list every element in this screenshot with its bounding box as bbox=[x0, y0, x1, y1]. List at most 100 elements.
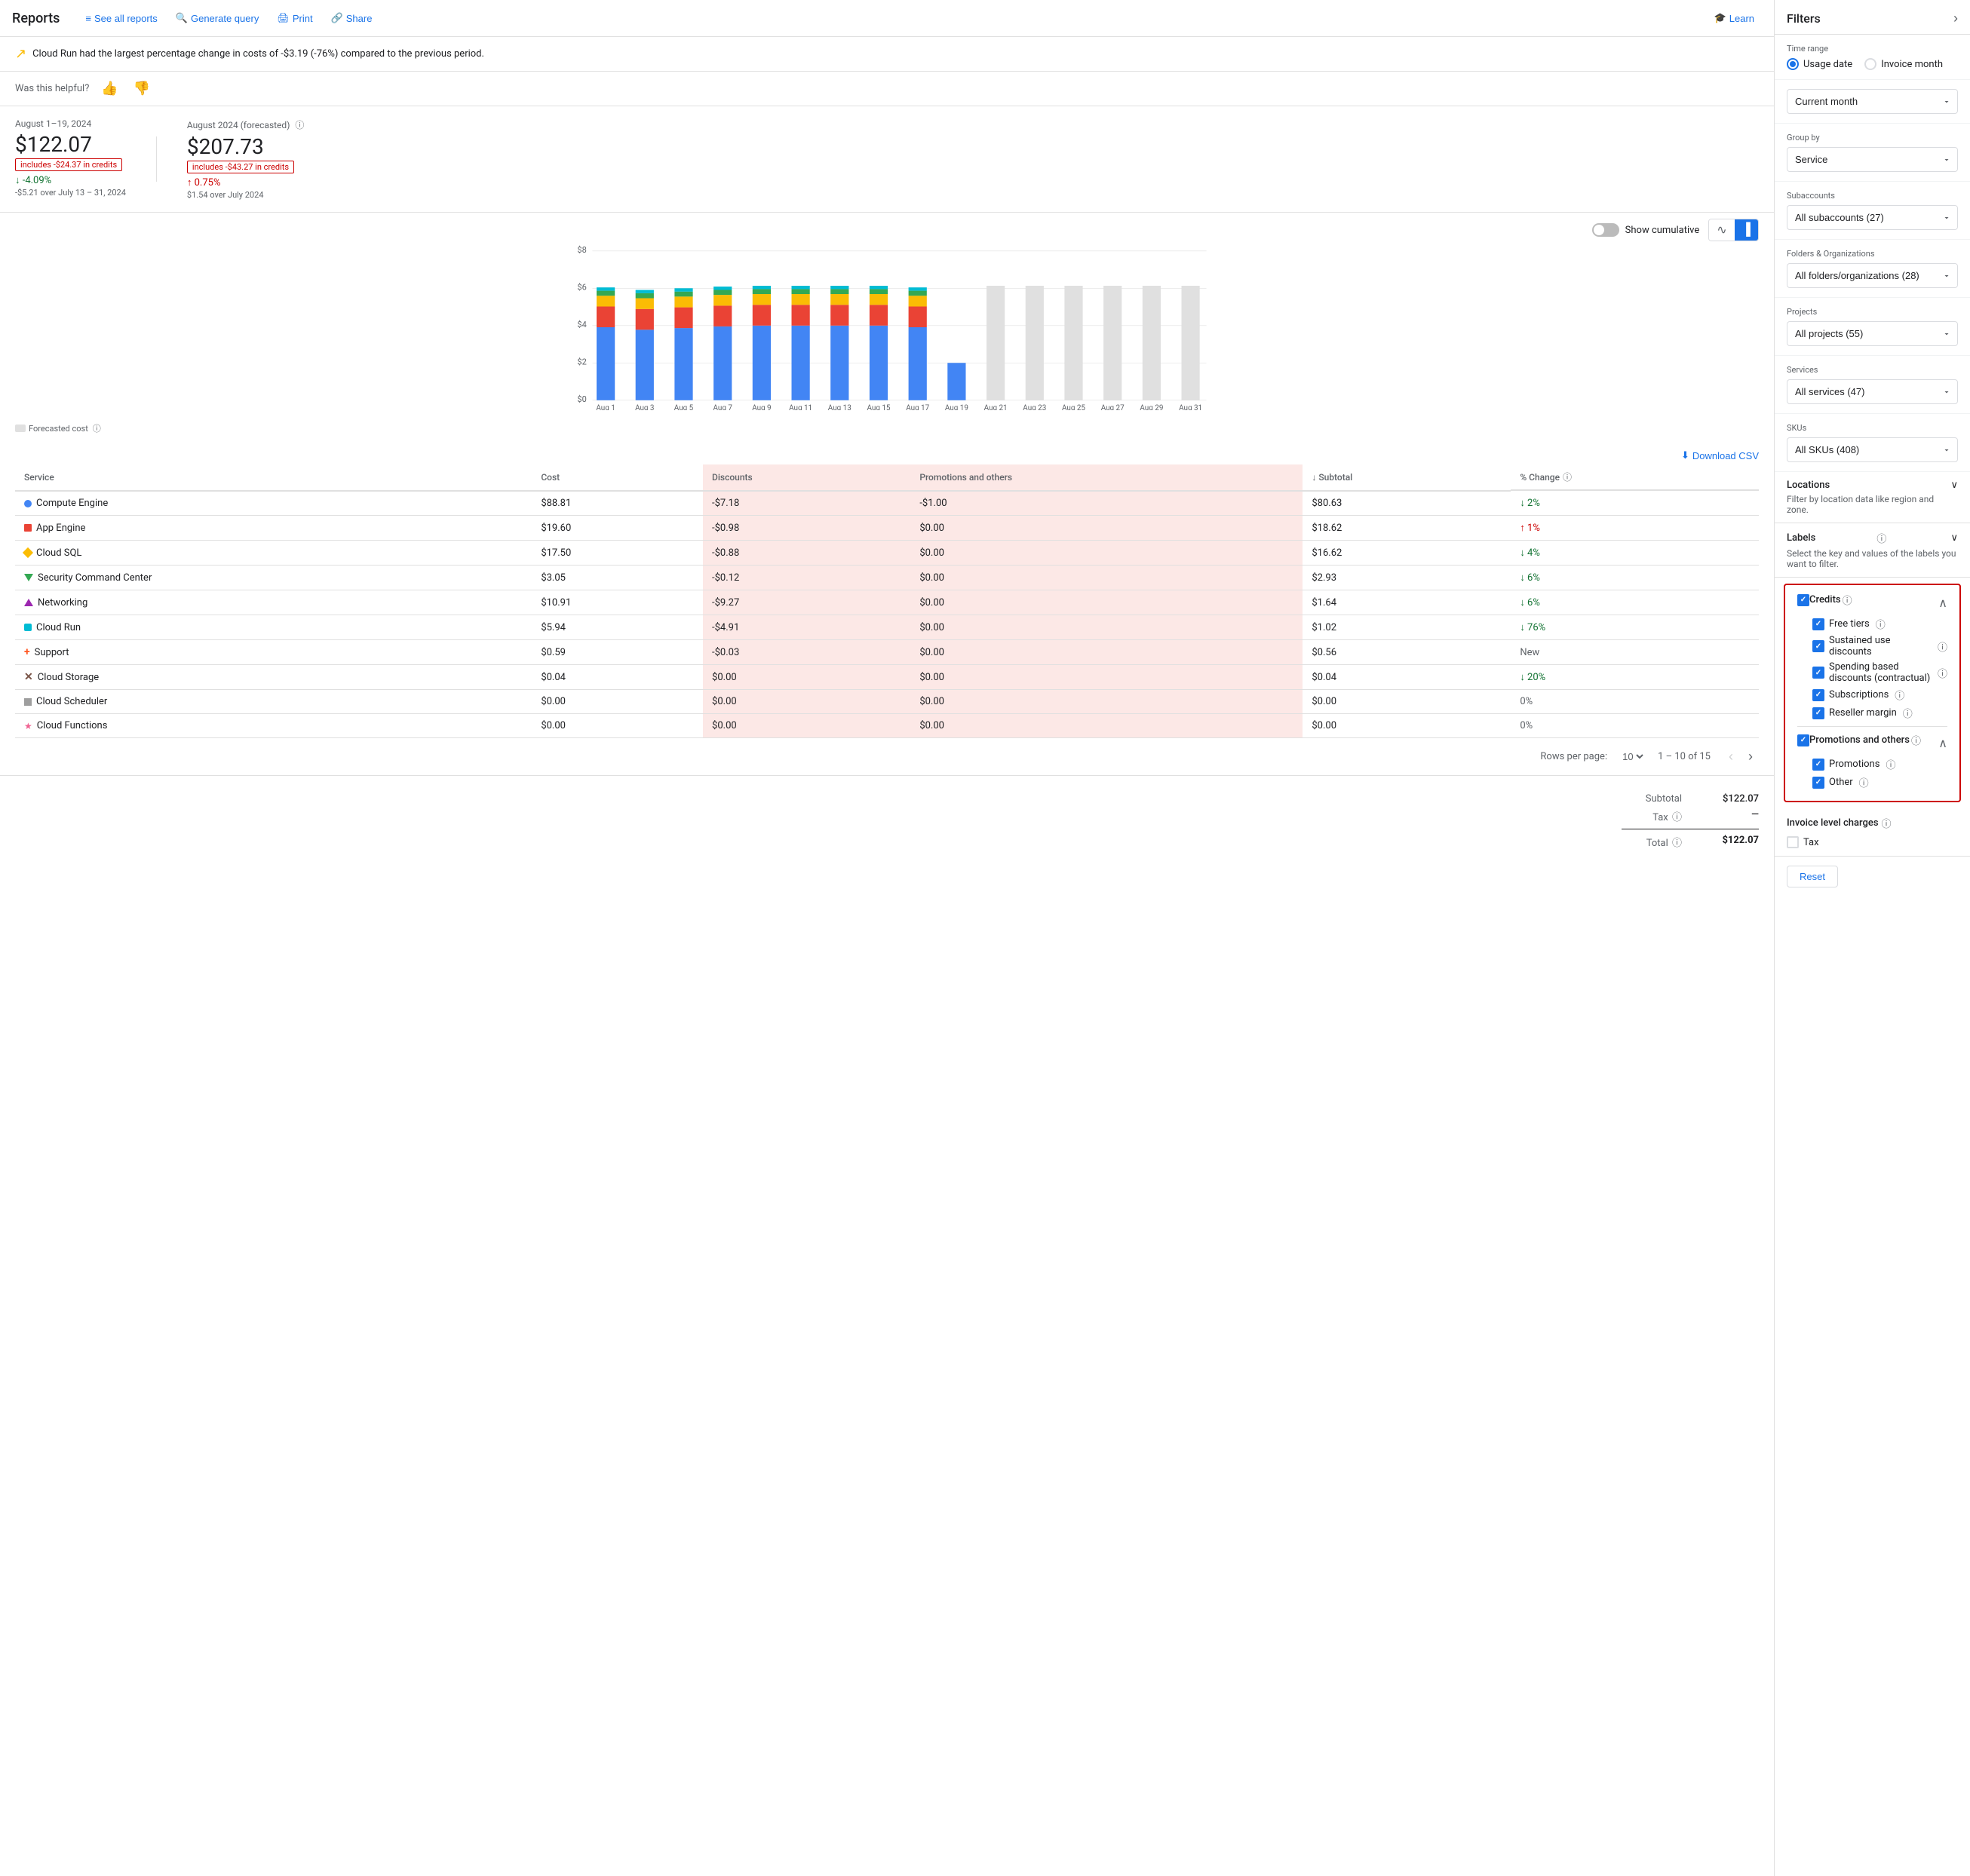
invoice-tax-row: Tax bbox=[1787, 836, 1958, 848]
promotions-item-row: Promotions ⓘ bbox=[1812, 757, 1947, 771]
prev-page-button[interactable]: ‹ bbox=[1723, 746, 1739, 768]
services-select[interactable]: All services (47) bbox=[1787, 379, 1958, 404]
discounts-cell: -$0.03 bbox=[703, 640, 910, 665]
subtotal-cell: $1.02 bbox=[1303, 615, 1511, 640]
bar-chart-button[interactable]: ▐ bbox=[1735, 219, 1758, 241]
subscriptions-checkbox[interactable] bbox=[1812, 689, 1824, 701]
promotions-cell: $0.00 bbox=[910, 714, 1303, 738]
other-checkbox[interactable] bbox=[1812, 777, 1824, 789]
sidebar-collapse-button[interactable]: › bbox=[1953, 11, 1958, 26]
svg-text:$0: $0 bbox=[577, 394, 586, 404]
svg-text:Aug 19: Aug 19 bbox=[945, 404, 968, 410]
chart-type-buttons: ∿ ▐ bbox=[1708, 219, 1759, 241]
forecasted-legend-box bbox=[15, 425, 26, 432]
folders-orgs-select[interactable]: All folders/organizations (28) bbox=[1787, 263, 1958, 288]
change-cell: ↓ 6% bbox=[1511, 590, 1759, 615]
subaccounts-select[interactable]: All subaccounts (27) bbox=[1787, 205, 1958, 230]
discounts-help-icon: ⓘ bbox=[1843, 593, 1852, 607]
promotions-header: Promotions and others bbox=[910, 464, 1303, 491]
svg-text:Aug 15: Aug 15 bbox=[867, 404, 891, 410]
free-tiers-help-icon: ⓘ bbox=[1876, 617, 1886, 631]
learn-button[interactable]: 🎓 Learn bbox=[1707, 8, 1762, 29]
help-icon: ⓘ bbox=[295, 120, 304, 130]
see-all-reports-button[interactable]: ≡ See all reports bbox=[78, 8, 164, 29]
download-icon: ⬇ bbox=[1681, 449, 1689, 461]
chart-controls: Show cumulative ∿ ▐ bbox=[0, 213, 1774, 244]
promotions-cell: $0.00 bbox=[910, 566, 1303, 590]
discounts-cell: -$7.18 bbox=[703, 491, 910, 516]
sidebar-header: Filters › bbox=[1775, 0, 1970, 35]
free-tiers-checkbox[interactable] bbox=[1812, 618, 1824, 630]
line-chart-button[interactable]: ∿ bbox=[1709, 219, 1734, 241]
reseller-margin-row: Reseller margin ⓘ bbox=[1812, 706, 1947, 720]
promotions-checkbox[interactable] bbox=[1797, 734, 1809, 746]
subaccounts-section: Subaccounts All subaccounts (27) bbox=[1775, 182, 1970, 240]
discounts-checkbox[interactable] bbox=[1797, 594, 1809, 606]
change-cell: 0% bbox=[1511, 690, 1759, 714]
rows-per-page-label: Rows per page: bbox=[1540, 751, 1607, 762]
stats-section: August 1–19, 2024 $122.07 includes -$24.… bbox=[0, 106, 1774, 213]
projects-select[interactable]: All projects (55) bbox=[1787, 321, 1958, 346]
svg-text:Aug 7: Aug 7 bbox=[713, 404, 732, 410]
usage-date-option[interactable]: Usage date bbox=[1787, 58, 1852, 70]
cost-table: Service Cost Discounts Promotions and ot… bbox=[15, 464, 1759, 738]
folders-orgs-section: Folders & Organizations All folders/orga… bbox=[1775, 240, 1970, 298]
spending-based-checkbox[interactable] bbox=[1812, 667, 1824, 679]
table-row: + Support $0.59 -$0.03 $0.00 $0.56 New bbox=[15, 640, 1759, 665]
header-actions: ≡ See all reports 🔍 Generate query 🖨 Pri… bbox=[78, 8, 379, 29]
promotions-item-checkbox[interactable] bbox=[1812, 759, 1824, 771]
table-wrapper: Service Cost Discounts Promotions and ot… bbox=[0, 464, 1774, 738]
time-range-radio-group: Usage date Invoice month bbox=[1787, 58, 1958, 70]
invoice-month-option[interactable]: Invoice month bbox=[1864, 58, 1943, 70]
subscriptions-help-icon: ⓘ bbox=[1895, 688, 1904, 702]
usage-date-radio[interactable] bbox=[1787, 58, 1799, 70]
labels-header[interactable]: Labels ⓘ ∨ bbox=[1787, 531, 1958, 545]
invoice-tax-checkbox[interactable] bbox=[1787, 836, 1799, 848]
locations-header[interactable]: Locations ∨ bbox=[1787, 480, 1958, 491]
print-button[interactable]: 🖨 Print bbox=[269, 8, 320, 29]
cost-cell: $17.50 bbox=[532, 541, 703, 566]
spending-help-icon: ⓘ bbox=[1938, 666, 1947, 680]
cost-cell: $0.59 bbox=[532, 640, 703, 665]
promotions-item-help-icon: ⓘ bbox=[1886, 757, 1895, 771]
service-cell: ✕ Cloud Storage bbox=[15, 665, 532, 690]
service-cell: Cloud Run bbox=[15, 615, 532, 640]
reset-button[interactable]: Reset bbox=[1787, 866, 1838, 887]
promotions-section: Promotions and others ⓘ ∧ Promotions ⓘ O… bbox=[1797, 726, 1947, 789]
tax-help-icon: ⓘ bbox=[1672, 812, 1682, 823]
reseller-margin-checkbox[interactable] bbox=[1812, 707, 1824, 719]
subtotal-cell: $2.93 bbox=[1303, 566, 1511, 590]
skus-select[interactable]: All SKUs (408) bbox=[1787, 437, 1958, 462]
share-icon: 🔗 bbox=[331, 12, 343, 24]
thumbs-down-button[interactable]: 👎 bbox=[130, 78, 153, 100]
rows-per-page-select[interactable]: 10 25 50 bbox=[1619, 750, 1646, 763]
reseller-help-icon: ⓘ bbox=[1903, 706, 1913, 720]
group-by-select[interactable]: Service Project SKU bbox=[1787, 147, 1958, 172]
thumbs-up-button[interactable]: 👍 bbox=[98, 78, 121, 100]
credits-collapse-button[interactable]: ∧ bbox=[1938, 596, 1947, 611]
promotions-header: Promotions and others ⓘ ∧ bbox=[1797, 733, 1947, 753]
next-page-button[interactable]: › bbox=[1742, 746, 1759, 768]
group-by-section: Group by Service Project SKU bbox=[1775, 124, 1970, 182]
chart-area: $8 $6 $4 $2 $0 bbox=[0, 244, 1774, 419]
change-help-icon: ⓘ bbox=[1563, 471, 1572, 483]
promotions-collapse-button[interactable]: ∧ bbox=[1938, 736, 1947, 751]
credits-header: Credits ⓘ ∧ bbox=[1797, 593, 1947, 613]
subtotal-cell: $0.04 bbox=[1303, 665, 1511, 690]
svg-text:Aug 17: Aug 17 bbox=[906, 404, 929, 410]
share-button[interactable]: 🔗 Share bbox=[324, 8, 380, 29]
svg-text:Aug 1: Aug 1 bbox=[596, 404, 615, 410]
tax-label: Tax ⓘ bbox=[1622, 809, 1682, 823]
cumulative-switch[interactable] bbox=[1592, 223, 1619, 237]
generate-query-button[interactable]: 🔍 Generate query bbox=[168, 8, 267, 29]
current-month-select[interactable]: Current month Last month Last 3 months C… bbox=[1787, 89, 1958, 114]
svg-text:$6: $6 bbox=[577, 283, 586, 293]
show-cumulative-toggle[interactable]: Show cumulative bbox=[1592, 223, 1700, 237]
change-cell: ↓ 76% bbox=[1511, 615, 1759, 640]
invoice-month-radio[interactable] bbox=[1864, 58, 1876, 70]
helpful-section: Was this helpful? 👍 👎 bbox=[0, 72, 1774, 106]
sustained-use-checkbox[interactable] bbox=[1812, 640, 1824, 652]
discounts-cell: -$9.27 bbox=[703, 590, 910, 615]
download-csv-button[interactable]: ⬇ Download CSV bbox=[1681, 449, 1759, 461]
free-tiers-row: Free tiers ⓘ bbox=[1812, 617, 1947, 631]
